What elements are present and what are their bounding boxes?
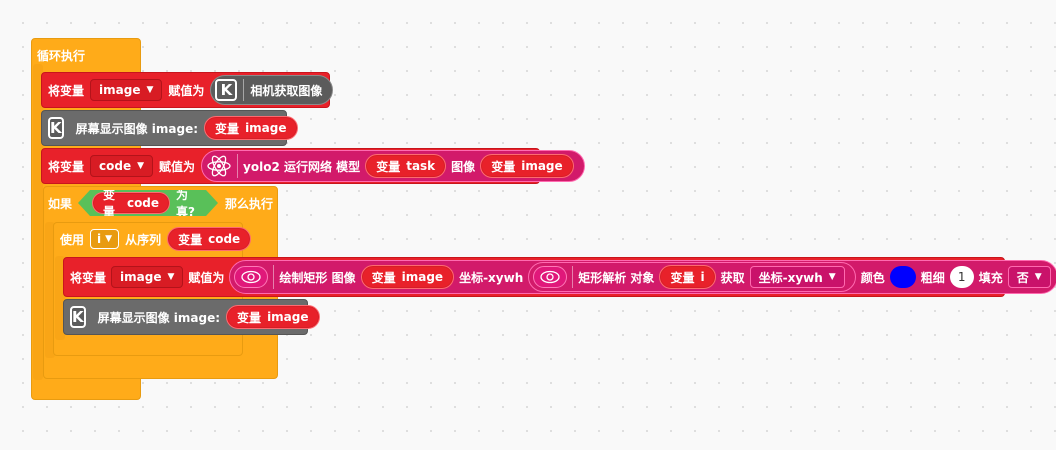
chevron-down-icon: ▼ (167, 272, 175, 282)
variable-reporter-image[interactable]: 变量 image (204, 116, 298, 140)
assign-label: 赋值为 (168, 83, 205, 98)
draw-rectangle-reporter[interactable]: 绘制矩形 图像 变量 image 坐标-xywh 矩形解析 对象 变量 i 获取… (229, 260, 1056, 294)
chevron-down-icon: ▼ (828, 272, 836, 282)
variable-reporter-i[interactable]: 变量 i (659, 265, 716, 289)
thickness-label: 粗细 (920, 270, 945, 285)
is-true-label: 为真? (176, 188, 196, 219)
rect-parse-label: 矩形解析 对象 (578, 270, 655, 285)
set-variable-label: 将变量 (48, 83, 85, 98)
use-label: 使用 (60, 232, 85, 247)
image-param-label: 图像 (451, 159, 476, 174)
variable-reporter-code[interactable]: 变量 code (92, 192, 170, 214)
k-logo-icon: K (70, 306, 86, 328)
then-label: 那么执行 (225, 197, 274, 211)
chevron-down-icon: ▼ (1034, 272, 1042, 282)
set-image-camera-block[interactable]: 将变量 image ▼ 赋值为 K 相机获取图像 (41, 72, 334, 108)
field-dropdown-xywh[interactable]: 坐标-xywh ▼ (749, 266, 845, 288)
get-label: 获取 (720, 270, 745, 285)
set-variable-label: 将变量 (70, 270, 107, 285)
eye-icon (533, 266, 568, 288)
from-sequence-label: 从序列 (125, 232, 162, 247)
chevron-down-icon: ▼ (137, 161, 145, 171)
yolo2-run-reporter[interactable]: yolo2 运行网络 模型 变量 task 图像 变量 image (201, 150, 585, 182)
color-swatch[interactable] (889, 266, 916, 288)
display-image-block[interactable]: K 屏幕显示图像 image: 变量 image (63, 299, 320, 335)
display-image-label: 屏幕显示图像 image: (75, 121, 199, 136)
color-label: 颜色 (860, 270, 885, 285)
condition-hexagon[interactable]: 变量 code 为真? (78, 190, 218, 216)
divider (572, 266, 574, 288)
variable-reporter-task[interactable]: 变量 task (365, 154, 447, 178)
coord-xywh-label: 坐标-xywh (459, 270, 524, 285)
variable-dropdown-code[interactable]: code ▼ (90, 155, 154, 177)
divider (273, 265, 275, 289)
if-label: 如果 (48, 197, 73, 211)
loop-label: 循环执行 (37, 49, 86, 63)
fill-label: 填充 (978, 270, 1003, 285)
rect-parse-reporter[interactable]: 矩形解析 对象 变量 i 获取 坐标-xywh ▼ (528, 262, 856, 292)
set-variable-label: 将变量 (48, 159, 85, 174)
variable-dropdown-image[interactable]: image ▼ (111, 266, 184, 288)
camera-capture-reporter[interactable]: K 相机获取图像 (210, 75, 334, 105)
set-image-draw-rect-block[interactable]: 将变量 image ▼ 赋值为 绘制矩形 图像 变量 image 坐标-xywh … (63, 257, 1056, 297)
assign-label: 赋值为 (159, 159, 196, 174)
chevron-down-icon: ▼ (146, 85, 154, 95)
set-code-yolo-block[interactable]: 将变量 code ▼ 赋值为 yolo2 运行网络 模型 变量 task 图像 变… (41, 148, 585, 184)
variable-dropdown-image[interactable]: image ▼ (90, 79, 163, 101)
variable-reporter-image[interactable]: 变量 image (360, 265, 455, 289)
display-image-block[interactable]: K 屏幕显示图像 image: 变量 image (41, 110, 298, 146)
k-logo-icon: K (48, 117, 64, 139)
variable-reporter-code[interactable]: 变量 code (167, 227, 252, 251)
divider (237, 154, 239, 178)
atom-icon (206, 153, 232, 179)
variable-dropdown-i[interactable]: i ▼ (90, 229, 120, 249)
variable-reporter-image[interactable]: 变量 image (480, 154, 574, 178)
assign-label: 赋值为 (188, 270, 225, 285)
eye-icon (234, 266, 269, 288)
variable-reporter-image[interactable]: 变量 image (226, 305, 320, 329)
draw-rect-label: 绘制矩形 图像 (279, 270, 356, 285)
divider (243, 79, 245, 101)
camera-capture-label: 相机获取图像 (250, 83, 323, 98)
for-each-header: 使用 i ▼ 从序列 变量 code (60, 226, 252, 252)
yolo2-label: yolo2 运行网络 模型 (243, 159, 361, 174)
k-logo-icon: K (215, 79, 238, 101)
display-image-label: 屏幕显示图像 image: (97, 310, 221, 325)
chevron-down-icon: ▼ (105, 234, 113, 244)
thickness-input[interactable]: 1 (949, 266, 974, 288)
fill-dropdown[interactable]: 否 ▼ (1007, 266, 1051, 288)
